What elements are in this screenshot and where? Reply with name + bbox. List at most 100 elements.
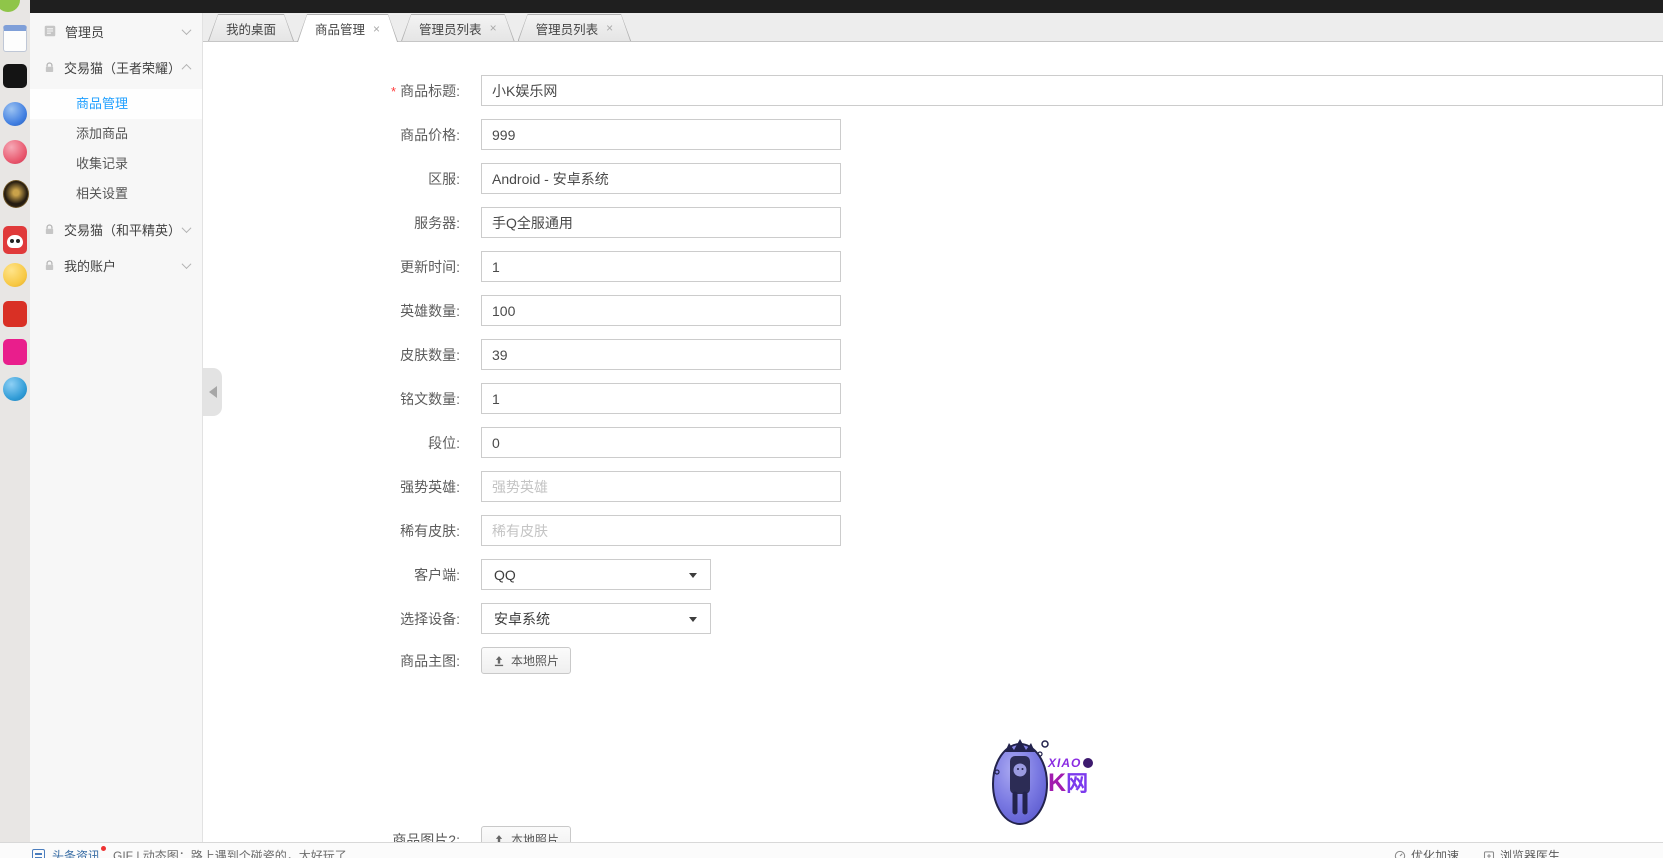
image2-upload-button[interactable]: 本地照片 bbox=[481, 826, 571, 842]
tab-admin-list-1[interactable]: 管理员列表 × bbox=[401, 14, 515, 41]
chevron-down-icon bbox=[182, 259, 192, 269]
logo-text-net: 网 bbox=[1066, 771, 1088, 796]
field-label: 商品主图: bbox=[203, 651, 460, 671]
sidebar-section-label: 交易猫（王者荣耀） bbox=[64, 58, 181, 77]
desktop-app-icon[interactable] bbox=[0, 0, 20, 12]
lock-icon bbox=[43, 61, 56, 74]
server-input[interactable] bbox=[481, 207, 841, 238]
window-title-bar bbox=[30, 0, 1663, 13]
chevron-up-icon bbox=[182, 63, 192, 73]
tab-label: 商品管理 bbox=[315, 19, 365, 38]
sidebar-section-account[interactable]: 我的账户 bbox=[30, 247, 202, 283]
desktop-app-icon[interactable] bbox=[3, 263, 27, 287]
desktop-app-icon[interactable] bbox=[3, 25, 27, 52]
field-label: * 商品标题: bbox=[203, 81, 460, 101]
upload-icon bbox=[493, 655, 505, 667]
tab-label: 我的桌面 bbox=[226, 19, 276, 38]
strong-hero-input[interactable] bbox=[481, 471, 841, 502]
sidebar-section-admin[interactable]: 管理员 bbox=[30, 13, 202, 49]
tab-label: 管理员列表 bbox=[536, 19, 599, 38]
tab-bar: 我的桌面 商品管理 × 管理员列表 × 管理员列表 × bbox=[203, 13, 1663, 42]
sidebar-item-collect-records[interactable]: 收集记录 bbox=[30, 149, 202, 179]
caret-down-icon bbox=[689, 573, 697, 578]
close-icon[interactable]: × bbox=[606, 22, 613, 34]
field-label: 稀有皮肤: bbox=[203, 521, 460, 541]
sidebar-submenu: 商品管理 添加商品 收集记录 相关设置 bbox=[30, 85, 202, 211]
tab-admin-list-2[interactable]: 管理员列表 × bbox=[518, 14, 632, 41]
server-region-input[interactable] bbox=[481, 163, 841, 194]
desktop-app-icon[interactable] bbox=[3, 226, 27, 254]
main-image-upload-button[interactable]: 本地照片 bbox=[481, 647, 571, 674]
close-icon[interactable]: × bbox=[490, 22, 497, 34]
close-icon[interactable]: × bbox=[373, 23, 380, 35]
site-logo-watermark: XIAO K网 bbox=[990, 732, 1105, 832]
tab-goods-manage[interactable]: 商品管理 × bbox=[297, 14, 398, 42]
sidebar-section-label: 我的账户 bbox=[64, 256, 116, 275]
browser-doctor-icon bbox=[1483, 850, 1495, 858]
field-label: 铭文数量: bbox=[203, 389, 460, 409]
client-select[interactable]: QQ bbox=[481, 559, 711, 590]
desktop-app-icon[interactable] bbox=[3, 102, 27, 126]
hero-count-input[interactable] bbox=[481, 295, 841, 326]
sidebar-item-settings[interactable]: 相关设置 bbox=[30, 179, 202, 209]
logo-text-k: K bbox=[1048, 769, 1066, 797]
caret-down-icon bbox=[689, 617, 697, 622]
browser-doctor-button[interactable]: 浏览器医生 bbox=[1483, 847, 1560, 858]
rare-skin-input[interactable] bbox=[481, 515, 841, 546]
field-label: 商品图片2: bbox=[203, 830, 460, 843]
desktop-app-icon[interactable] bbox=[3, 339, 27, 365]
sidebar-section-label: 管理员 bbox=[65, 22, 104, 41]
browser-status-bar: 头条资讯 GIF | 动态图：路上遇到个碰瓷的，太好玩了 优化加速 浏览器医生 bbox=[0, 842, 1663, 858]
lock-icon bbox=[43, 259, 56, 272]
speed-icon bbox=[1394, 850, 1406, 858]
lock-icon bbox=[43, 223, 56, 236]
logo-text-top: XIAO bbox=[1048, 756, 1081, 770]
news-source-link[interactable]: 头条资讯 bbox=[52, 847, 106, 858]
optimize-speed-button[interactable]: 优化加速 bbox=[1394, 847, 1459, 858]
sidebar-item-goods-manage[interactable]: 商品管理 bbox=[30, 89, 202, 119]
field-label: 段位: bbox=[203, 433, 460, 453]
upload-icon bbox=[493, 834, 505, 843]
select-value: QQ bbox=[494, 567, 516, 583]
sidebar-item-goods-add[interactable]: 添加商品 bbox=[30, 119, 202, 149]
field-label: 更新时间: bbox=[203, 257, 460, 277]
field-label: 强势英雄: bbox=[203, 477, 460, 497]
goods-price-input[interactable] bbox=[481, 119, 841, 150]
sidebar-section-hpjy[interactable]: 交易猫（和平精英） bbox=[30, 211, 202, 247]
update-time-input[interactable] bbox=[481, 251, 841, 282]
rank-input[interactable] bbox=[481, 427, 841, 458]
required-mark: * bbox=[391, 84, 396, 99]
sidebar-collapse-handle[interactable] bbox=[203, 368, 222, 416]
main-content: * 商品标题: 商品价格: 区服: 服务器: 更新时间: 英雄数量: 皮肤数量: bbox=[203, 42, 1663, 842]
mascot-icon bbox=[990, 732, 1052, 830]
skin-count-input[interactable] bbox=[481, 339, 841, 370]
spade-dot-icon bbox=[1083, 758, 1093, 768]
device-select[interactable]: 安卓系统 bbox=[481, 603, 711, 634]
sidebar-section-wzry[interactable]: 交易猫（王者荣耀） bbox=[30, 49, 202, 85]
desktop-strip bbox=[0, 0, 30, 858]
field-label: 英雄数量: bbox=[203, 301, 460, 321]
desktop-app-icon[interactable] bbox=[3, 140, 27, 164]
field-label: 客户端: bbox=[203, 565, 460, 585]
field-label: 服务器: bbox=[203, 213, 460, 233]
inscription-count-input[interactable] bbox=[481, 383, 841, 414]
list-icon bbox=[43, 24, 57, 38]
news-icon bbox=[32, 849, 45, 858]
sidebar-section-label: 交易猫（和平精英） bbox=[64, 220, 181, 239]
chevron-down-icon bbox=[182, 223, 192, 233]
goods-title-input[interactable] bbox=[481, 75, 1663, 106]
tab-my-desktop[interactable]: 我的桌面 bbox=[208, 14, 294, 41]
collapse-arrow-icon bbox=[209, 386, 217, 398]
sidebar: 管理员 交易猫（王者荣耀） 商品管理 添加商品 收集记录 相关设置 交易猫（和平… bbox=[30, 13, 203, 842]
desktop-app-icon[interactable] bbox=[3, 377, 27, 401]
desktop-app-icon[interactable] bbox=[3, 180, 29, 208]
desktop-app-icon[interactable] bbox=[3, 301, 27, 327]
field-label: 皮肤数量: bbox=[203, 345, 460, 365]
field-label: 区服: bbox=[203, 169, 460, 189]
chevron-down-icon bbox=[182, 25, 192, 35]
tab-label: 管理员列表 bbox=[419, 19, 482, 38]
select-value: 安卓系统 bbox=[494, 609, 550, 629]
desktop-app-icon[interactable] bbox=[3, 64, 27, 88]
news-ticker-text[interactable]: GIF | 动态图：路上遇到个碰瓷的，太好玩了 bbox=[113, 847, 347, 858]
goods-edit-form: * 商品标题: 商品价格: 区服: 服务器: 更新时间: 英雄数量: 皮肤数量: bbox=[203, 42, 1663, 842]
